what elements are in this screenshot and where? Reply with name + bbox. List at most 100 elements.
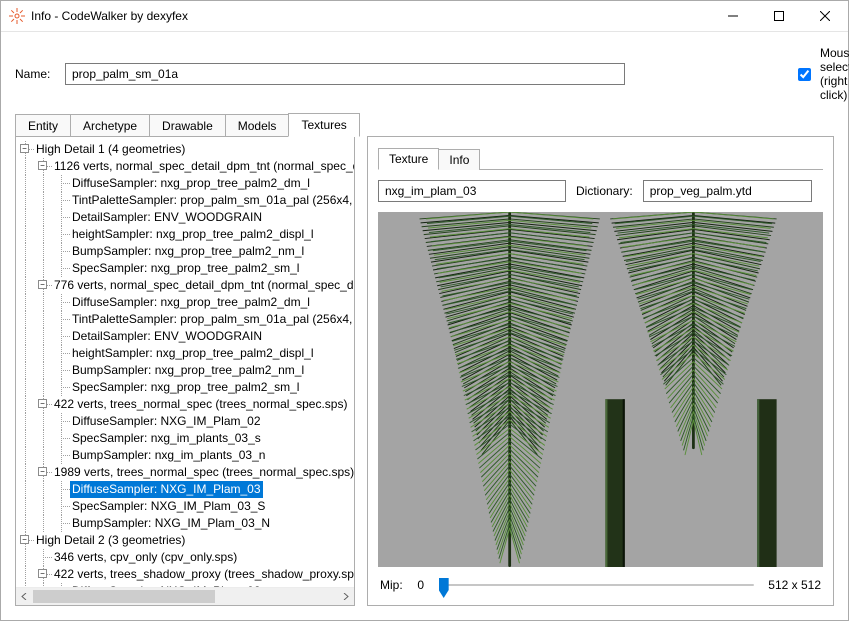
tab-entity[interactable]: Entity [15, 114, 71, 137]
tree-row[interactable]: SpecSampler: nxg_im_plants_03_s [16, 430, 354, 447]
tree-row[interactable]: BumpSampler: nxg_im_plants_03_n [16, 447, 354, 464]
texture-info-row: Dictionary: [378, 180, 823, 202]
tree-label[interactable]: BumpSampler: nxg_prop_tree_palm2_nm_l [70, 362, 306, 379]
tree-label[interactable]: BumpSampler: NXG_IM_Plam_03_N [70, 515, 272, 532]
tree-row[interactable]: TintPaletteSampler: prop_palm_sm_01a_pal… [16, 311, 354, 328]
tree-expander-icon[interactable]: − [20, 144, 29, 153]
tree-row[interactable]: −422 verts, trees_normal_spec (trees_nor… [16, 396, 354, 413]
tab-models[interactable]: Models [225, 114, 290, 137]
close-button[interactable] [802, 1, 848, 31]
app-icon [9, 8, 25, 24]
tree-row[interactable]: BumpSampler: NXG_IM_Plam_03_N [16, 515, 354, 532]
tree-row[interactable]: DiffuseSampler: nxg_prop_tree_palm2_dm_l [16, 175, 354, 192]
tree-label[interactable]: heightSampler: nxg_prop_tree_palm2_displ… [70, 345, 316, 362]
tree-expander-icon[interactable]: − [38, 280, 47, 289]
tab-drawable[interactable]: Drawable [149, 114, 226, 137]
tree-label[interactable]: BumpSampler: nxg_prop_tree_palm2_nm_l [70, 243, 306, 260]
app-window: Info - CodeWalker by dexyfex Name: Mouse… [0, 0, 849, 621]
tab-textures[interactable]: Textures [288, 113, 359, 137]
tree-row[interactable]: BumpSampler: nxg_prop_tree_palm2_nm_l [16, 362, 354, 379]
tree-row[interactable]: −422 verts, trees_shadow_proxy (trees_sh… [16, 566, 354, 583]
maximize-button[interactable] [756, 1, 802, 31]
tree-label[interactable]: 1126 verts, normal_spec_detail_dpm_tnt (… [52, 158, 354, 175]
tree-row[interactable]: TintPaletteSampler: prop_palm_sm_01a_pal… [16, 192, 354, 209]
tree-label[interactable]: DiffuseSampler: NXG_IM_Plam_02 [70, 413, 263, 430]
tree-label[interactable]: TintPaletteSampler: prop_palm_sm_01a_pal… [70, 311, 354, 328]
tree-row[interactable]: DiffuseSampler: NXG_IM_Plam_03 [16, 481, 354, 498]
mip-value: 0 [413, 578, 429, 592]
tree-label[interactable]: SpecSampler: nxg_prop_tree_palm2_sm_l [70, 260, 301, 277]
window-title: Info - CodeWalker by dexyfex [31, 9, 188, 23]
tree-label[interactable]: High Detail 1 (4 geometries) [34, 141, 187, 158]
tree-label[interactable]: DiffuseSampler: NXG_IM_Plam_03 [70, 481, 263, 498]
tree-label[interactable]: SpecSampler: nxg_im_plants_03_s [70, 430, 263, 447]
mouse-select-option[interactable]: Mouse select (right click) [794, 46, 834, 102]
tree-hscrollbar[interactable] [16, 587, 354, 605]
scroll-track[interactable] [33, 588, 337, 605]
tree-label[interactable]: 1989 verts, trees_normal_spec (trees_nor… [52, 464, 354, 481]
tree-row[interactable]: 346 verts, cpv_only (cpv_only.sps) [16, 549, 354, 566]
tree-row[interactable]: DetailSampler: ENV_WOODGRAIN [16, 209, 354, 226]
preview-body: Dictionary: [378, 169, 823, 595]
name-input[interactable] [65, 63, 625, 85]
scroll-thumb[interactable] [33, 590, 215, 603]
tree-row[interactable]: BumpSampler: nxg_prop_tree_palm2_nm_l [16, 243, 354, 260]
tree-row[interactable]: −High Detail 1 (4 geometries) [16, 141, 354, 158]
texture-preview[interactable] [378, 212, 823, 567]
texture-name-input[interactable] [378, 180, 566, 202]
dictionary-input[interactable] [643, 180, 812, 202]
scroll-right-button[interactable] [337, 588, 354, 605]
mip-label: Mip: [380, 578, 403, 592]
name-label: Name: [15, 67, 55, 81]
tree-label[interactable]: High Detail 2 (3 geometries) [34, 532, 187, 549]
tab-content: −High Detail 1 (4 geometries)−1126 verts… [1, 136, 848, 620]
tree-row[interactable]: DiffuseSampler: nxg_prop_tree_palm2_dm_l [16, 294, 354, 311]
tree-label[interactable]: DiffuseSampler: nxg_prop_tree_palm2_dm_l [70, 294, 312, 311]
tree-label[interactable]: 776 verts, normal_spec_detail_dpm_tnt (n… [52, 277, 354, 294]
tree-label[interactable]: 422 verts, trees_normal_spec (trees_norm… [52, 396, 349, 413]
tree-row[interactable]: DetailSampler: ENV_WOODGRAIN [16, 328, 354, 345]
tree-row[interactable]: −High Detail 2 (3 geometries) [16, 532, 354, 549]
tree-row[interactable]: heightSampler: nxg_prop_tree_palm2_displ… [16, 345, 354, 362]
tree-row[interactable]: −776 verts, normal_spec_detail_dpm_tnt (… [16, 277, 354, 294]
tree-row[interactable]: heightSampler: nxg_prop_tree_palm2_displ… [16, 226, 354, 243]
tree-label[interactable]: 346 verts, cpv_only (cpv_only.sps) [52, 549, 239, 566]
mip-slider-thumb[interactable] [439, 578, 449, 598]
tab-archetype[interactable]: Archetype [70, 114, 150, 137]
tree-expander-icon[interactable]: − [38, 399, 47, 408]
tree-row[interactable]: SpecSampler: NXG_IM_Plam_03_S [16, 498, 354, 515]
mouse-select-checkbox[interactable] [798, 68, 811, 81]
tree-label[interactable]: SpecSampler: nxg_prop_tree_palm2_sm_l [70, 379, 301, 396]
tree-label[interactable]: BumpSampler: nxg_im_plants_03_n [70, 447, 267, 464]
preview-tab-texture[interactable]: Texture [378, 148, 439, 170]
tree-label[interactable]: DetailSampler: ENV_WOODGRAIN [70, 209, 264, 226]
tree-expander-icon[interactable]: − [20, 535, 29, 544]
tree-row[interactable]: −1126 verts, normal_spec_detail_dpm_tnt … [16, 158, 354, 175]
minimize-button[interactable] [710, 1, 756, 31]
tree-label[interactable]: DetailSampler: ENV_WOODGRAIN [70, 328, 264, 345]
preview-tab-info[interactable]: Info [438, 149, 480, 170]
titlebar: Info - CodeWalker by dexyfex [1, 1, 848, 32]
tree-expander-icon[interactable]: − [38, 161, 47, 170]
tree-label[interactable]: TintPaletteSampler: prop_palm_sm_01a_pal… [70, 192, 354, 209]
mip-slider[interactable] [439, 575, 759, 595]
mouse-select-label: Mouse select (right click) [820, 46, 849, 102]
tree-label[interactable]: DiffuseSampler: nxg_prop_tree_palm2_dm_l [70, 175, 312, 192]
mip-row: Mip: 0 512 x 512 [378, 567, 823, 595]
tree-expander-icon[interactable]: − [38, 467, 47, 476]
tree-row[interactable]: SpecSampler: nxg_prop_tree_palm2_sm_l [16, 379, 354, 396]
tree-row[interactable]: SpecSampler: nxg_prop_tree_palm2_sm_l [16, 260, 354, 277]
preview-panel: TextureInfo Dictionary: [367, 136, 834, 606]
tree-label[interactable]: SpecSampler: NXG_IM_Plam_03_S [70, 498, 267, 515]
texture-tree[interactable]: −High Detail 1 (4 geometries)−1126 verts… [16, 137, 354, 587]
tree-label[interactable]: 422 verts, trees_shadow_proxy (trees_sha… [52, 566, 354, 583]
tree-row[interactable]: −1989 verts, trees_normal_spec (trees_no… [16, 464, 354, 481]
main-tabstrip: EntityArchetypeDrawableModelsTextures [1, 102, 848, 136]
name-row: Name: Mouse select (right click) [1, 32, 848, 102]
tree-expander-icon[interactable]: − [38, 569, 47, 578]
tree-row[interactable]: DiffuseSampler: NXG_IM_Plam_02 [16, 413, 354, 430]
scroll-left-button[interactable] [16, 588, 33, 605]
tree-label[interactable]: heightSampler: nxg_prop_tree_palm2_displ… [70, 226, 316, 243]
mip-dims: 512 x 512 [768, 578, 821, 592]
tree-panel: −High Detail 1 (4 geometries)−1126 verts… [15, 136, 355, 606]
